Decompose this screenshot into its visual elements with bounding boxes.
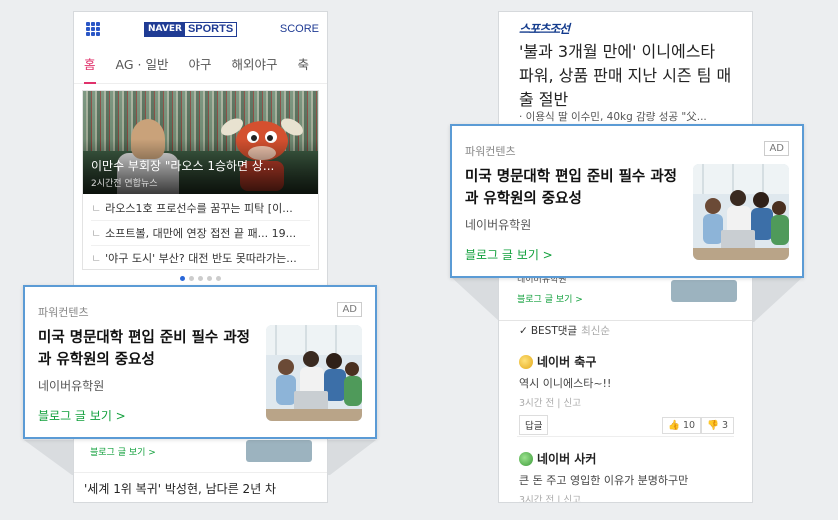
dislike-count: 3 [721,419,728,431]
ad-badge: AD [337,302,362,317]
ad-cta-link[interactable]: 블로그 글 보기 > [465,246,553,263]
comment-meta: 3시간 전 | 신고 [519,495,582,503]
dislike-button[interactable]: 👎 3 [701,416,734,434]
headline-news-card[interactable]: 이만수 부회장 "라오스 1승하면 상... 2시간전 연합뉴스 ㄴ 라오스1호 … [82,90,319,270]
news-item-text: 라오스1호 프로선수를 꿈꾸는 피탁 [이... [105,202,293,215]
stage: NAVER SPORTS SCORE 홈 AG · 일반 야구 해외야구 축 이… [0,0,838,520]
students-laptop-image [693,164,789,260]
behind-ad-thumb [246,440,312,462]
carousel-dot[interactable] [189,276,194,281]
news-item-text: 소프트볼, 대만에 연장 접전 끝 패... 19... [105,227,297,240]
ad-advertiser: 네이버유학원 [465,218,532,232]
news-list-item[interactable]: ㄴ 소프트볼, 대만에 연장 접전 끝 패... 19... [91,221,310,246]
comment-author[interactable]: 네이버 사커 [537,450,596,467]
tab-home[interactable]: 홈 [84,46,96,84]
ad-label: 파워컨텐츠 [465,145,516,158]
news-list-item[interactable]: ㄴ '야구 도시' 부산? 대전 반도 못따라가는... [91,246,310,271]
behind-ad-link[interactable]: 블로그 글 보기 > [517,292,583,305]
ad-label: 파워컨텐츠 [38,306,89,319]
ad-title[interactable]: 미국 명문대학 편입 준비 필수 과정과 유학원의 중요성 [465,166,685,210]
students-laptop-image [266,325,362,421]
carousel-indicator[interactable] [74,276,327,281]
tab-soccer[interactable]: 축 [298,46,310,84]
news-photo: 이만수 부회장 "라오스 1승하면 상... 2시간전 연합뉴스 [83,91,318,194]
thumbs-up-icon: 👍 [668,419,680,431]
naver-sports-logo[interactable]: NAVER SPORTS [144,21,238,37]
tab-ag-general[interactable]: AG · 일반 [116,46,169,84]
article-headline: '불과 3개월 만에' 이니에스타 파워, 상품 판매 지난 시즌 팀 매출 절… [519,42,732,109]
tab-overseas-baseball[interactable]: 해외야구 [231,46,277,84]
ad-cta-link[interactable]: 블로그 글 보기 > [38,407,126,424]
tab-baseball[interactable]: 야구 [188,46,211,84]
comment-item: 네이버 축구 역시 이니에스타~!! 3시간 전 | 신고 답글 👍 10 👎 … [519,353,734,435]
comment-meta: 3시간 전 | 신고 [519,398,582,409]
green-medal-icon [519,451,533,466]
news-list-item[interactable]: ㄴ 라오스1호 프로선수를 꿈꾸는 피탁 [이... [91,196,310,221]
news-list: ㄴ 라오스1호 프로선수를 꿈꾸는 피탁 [이... ㄴ 소프트볼, 대만에 연장 … [83,194,318,271]
score-link[interactable]: SCORE [280,23,319,35]
app-header: NAVER SPORTS SCORE [74,12,327,46]
best-comments-tab[interactable]: BEST댓글 [531,325,577,337]
check-icon: ✓ [519,325,528,337]
latest-sort-tab[interactable]: 최신순 [581,325,610,337]
ad-advertiser: 네이버유학원 [38,379,105,393]
reply-button[interactable]: 답글 [519,415,549,435]
like-count: 10 [682,419,696,431]
power-content-ad[interactable]: 파워컨텐츠 AD 미국 명문대학 편입 준비 필수 과정과 유학원의 중요성 네… [23,285,377,439]
logo-sports-text: SPORTS [187,22,234,35]
divider [517,436,734,437]
carousel-dot[interactable] [216,276,221,281]
related-news-link[interactable]: · 이용식 딸 이수민, 40kg 감량 성공 "父... [519,109,739,124]
comment-text: 큰 돈 주고 영입한 이유가 분명하구만 [519,474,689,487]
comment-item: 네이버 사커 큰 돈 주고 영입한 이유가 분명하구만 3시간 전 | 신고 [519,450,734,503]
carousel-dot[interactable] [207,276,212,281]
thumbs-down-icon: 👎 [707,419,719,431]
like-button[interactable]: 👍 10 [662,416,702,434]
comment-sort-bar: ✓ BEST댓글 최신순 [519,323,610,338]
headline-title: 이만수 부회장 "라오스 1승하면 상... [91,159,275,173]
ad-badge: AD [764,141,789,156]
category-tabs: 홈 AG · 일반 야구 해외야구 축 [74,46,327,84]
source-logo: 스포츠조선 [519,22,570,36]
logo-naver-text: NAVER [145,22,185,36]
ad-thumbnail[interactable] [693,164,789,260]
ad-thumbnail[interactable] [266,325,362,421]
bottom-news-item[interactable]: '세계 1위 복귀' 박성현, 남다른 2년 차 [74,472,327,502]
power-content-ad[interactable]: 파워컨텐츠 AD 미국 명문대학 편입 준비 필수 과정과 유학원의 중요성 네… [450,124,804,278]
grid-menu-icon[interactable] [86,22,100,36]
ad-title[interactable]: 미국 명문대학 편입 준비 필수 과정과 유학원의 중요성 [38,327,258,371]
headline-meta: 2시간전 연합뉴스 [91,179,158,189]
news-item-text: '야구 도시' 부산? 대전 반도 못따라가는... [105,252,297,265]
carousel-dot[interactable] [198,276,203,281]
comment-author[interactable]: 네이버 축구 [537,353,596,370]
behind-ad-thumb [671,280,737,302]
gold-medal-icon [519,354,533,369]
behind-ad-link[interactable]: 블로그 글 보기 > [90,445,156,458]
comment-text: 역시 이니에스타~!! [519,377,612,390]
carousel-dot[interactable] [180,276,185,281]
divider [499,320,752,321]
